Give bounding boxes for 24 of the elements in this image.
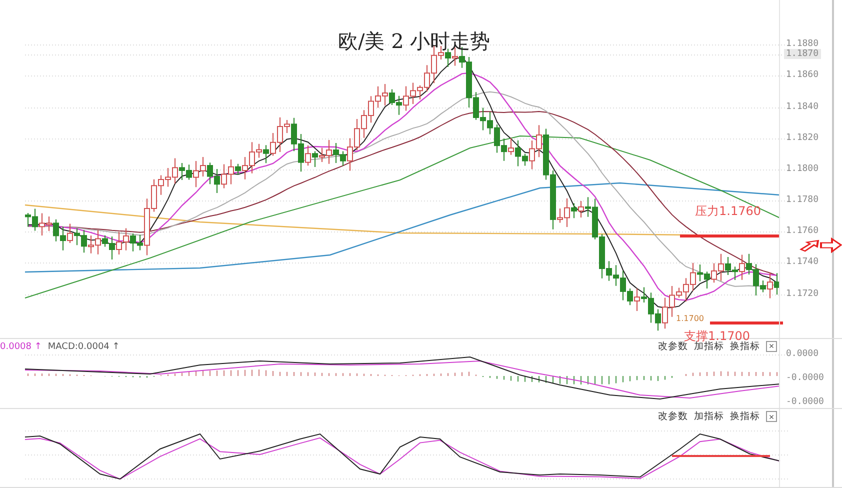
chart-title: 欧/美 2 小时走势 (338, 28, 490, 55)
price-axis-label: 1.1740 (785, 257, 820, 267)
price-axis-label: 1.1870 (784, 49, 821, 59)
close-button[interactable]: × (766, 411, 777, 422)
price-axis-label: 1.1800 (785, 164, 820, 174)
indicator-button[interactable]: 加指标 (694, 410, 724, 424)
macd-reading: 0.0008 ↑ (0, 342, 42, 352)
close-button[interactable]: × (766, 340, 777, 352)
price-axis-label: 1.1840 (785, 102, 820, 112)
macd-reading: MACD:0.0004 ↑ (48, 342, 120, 352)
price-axis-label: 1.1780 (785, 195, 820, 205)
price-axis-label: 1.1720 (785, 289, 820, 299)
macd-axis-label: 0.0000 (785, 348, 820, 359)
indicator-button[interactable]: 换指标 (730, 340, 760, 353)
price-axis-label: 1.1880 (785, 39, 820, 49)
indicator-button[interactable]: 加指标 (694, 340, 724, 353)
price-axis-label: 1.1860 (785, 70, 820, 80)
indicator-button[interactable]: 换指标 (730, 410, 760, 424)
macd-axis-label: -0.0000 (785, 396, 825, 407)
indicator-button[interactable]: 改参数 (658, 410, 688, 424)
macd-axis-label: -0.0000 (785, 372, 825, 383)
price-axis-label: 1.1760 (785, 226, 820, 236)
resistance-label: 压力1.1760 (695, 203, 761, 220)
price-axis-label: 1.1820 (785, 133, 820, 143)
